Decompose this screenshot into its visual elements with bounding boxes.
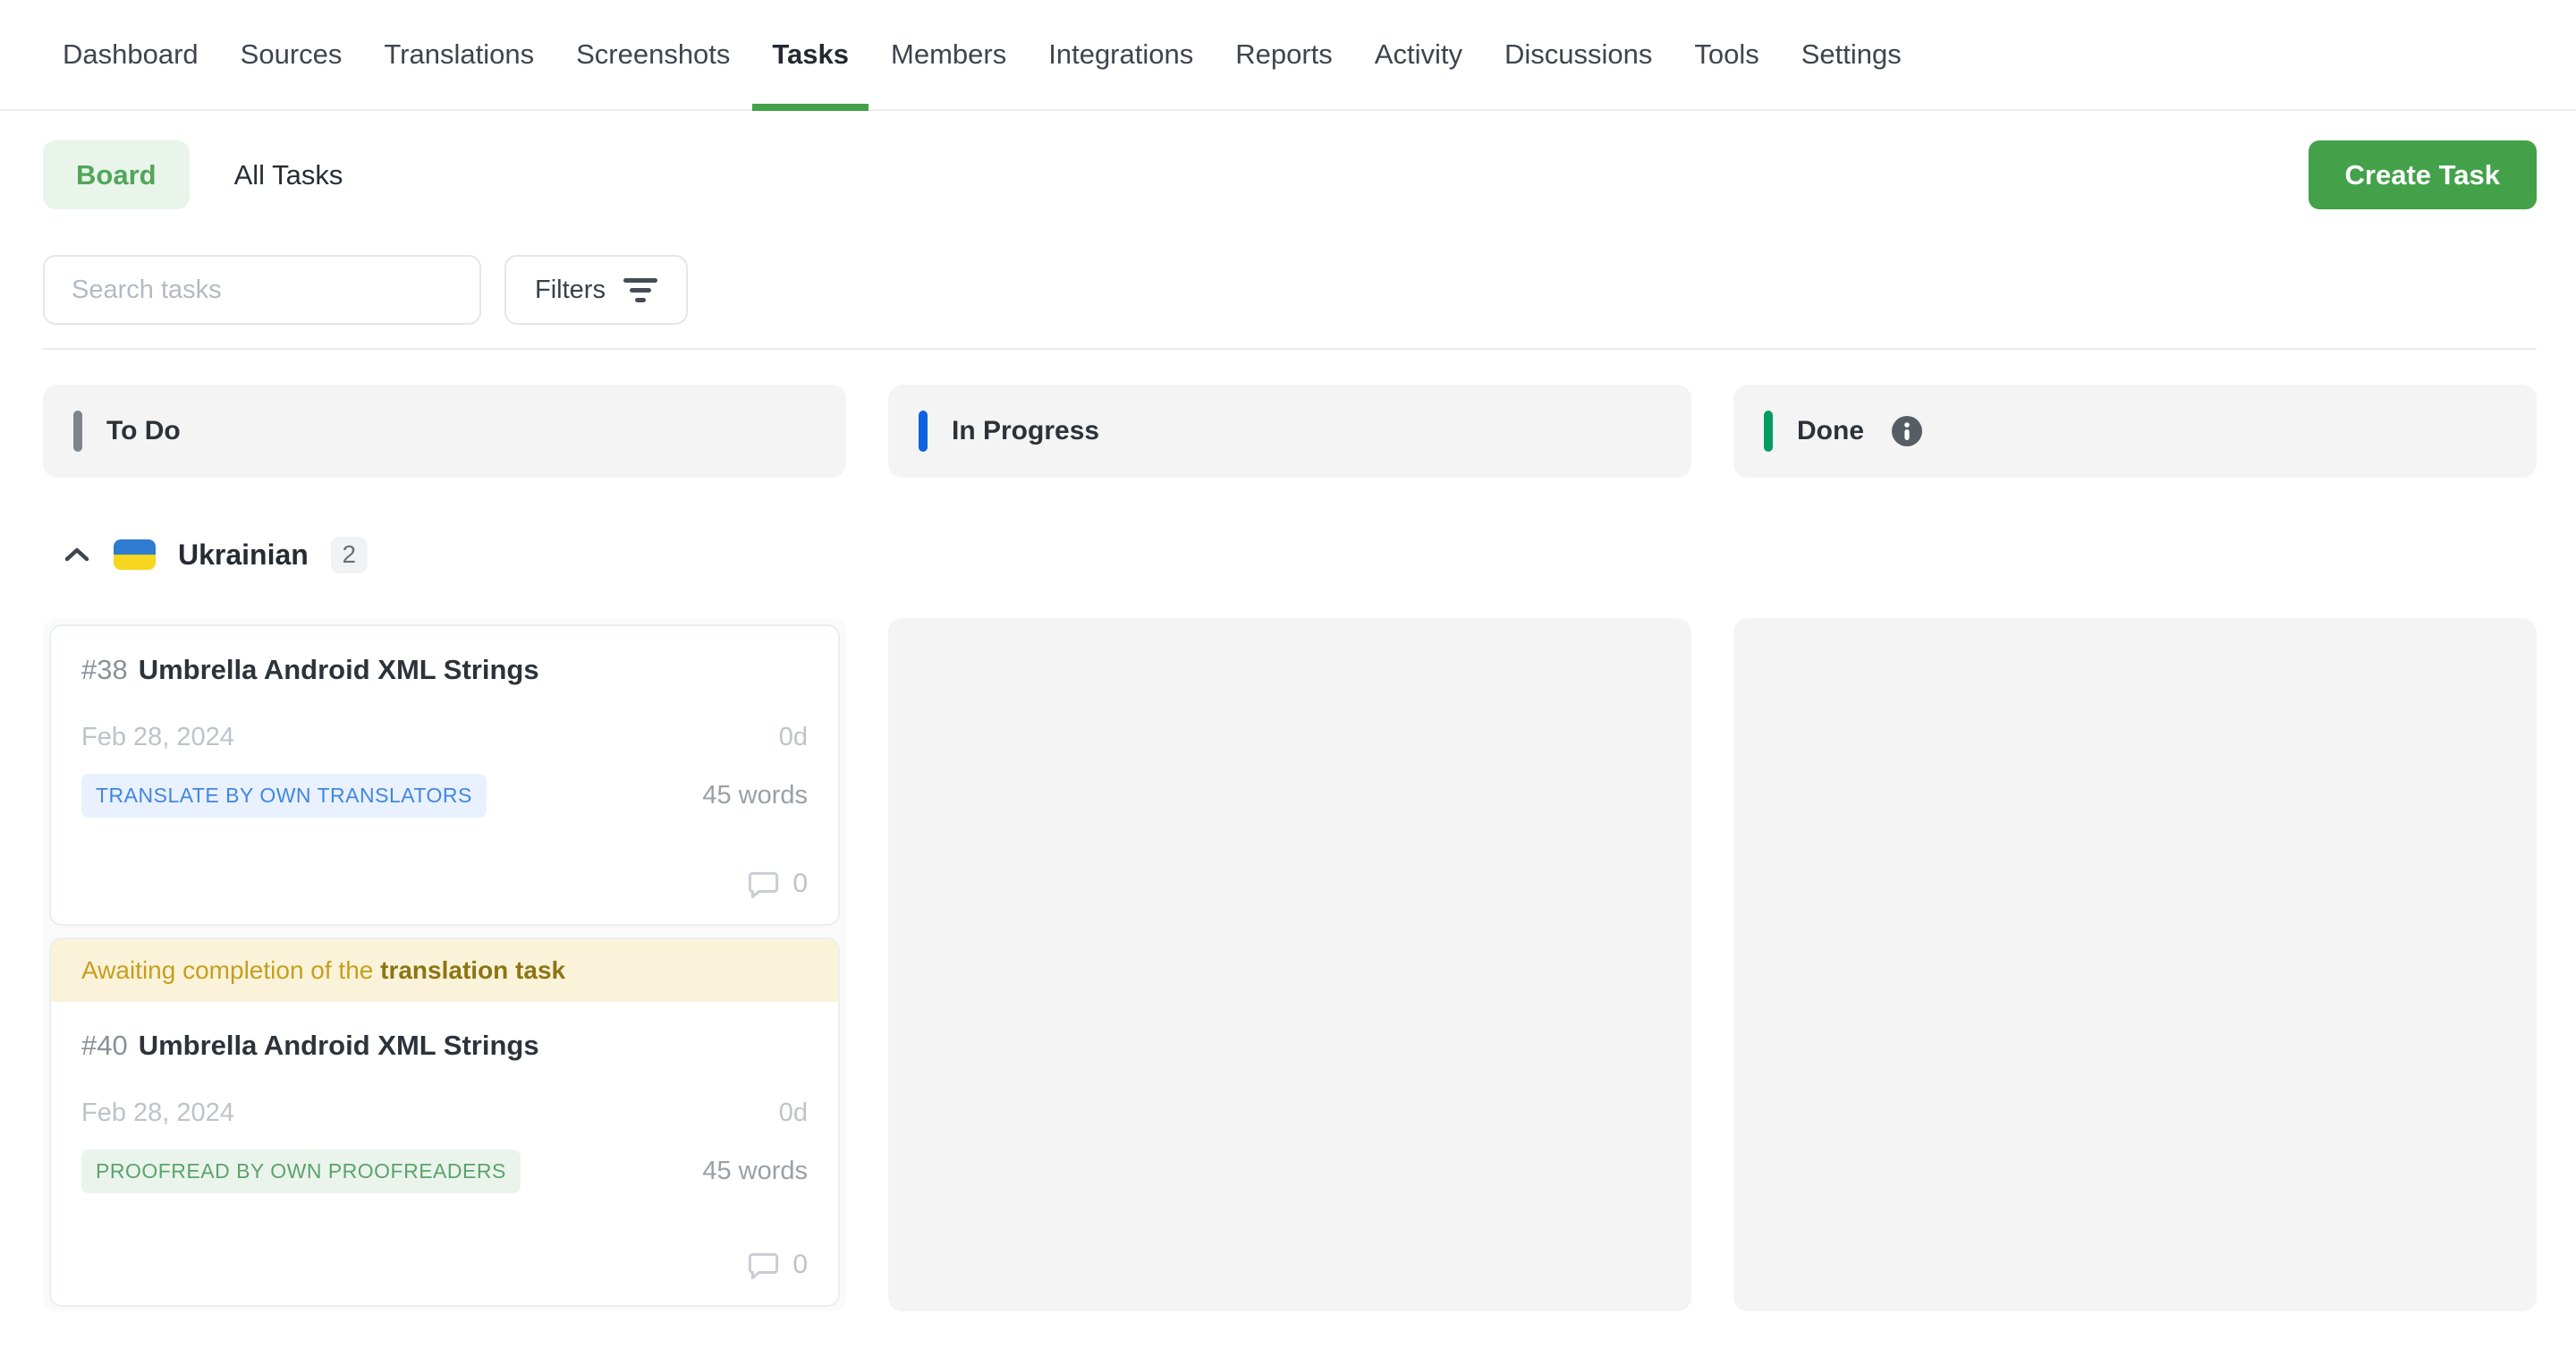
nav-item-settings[interactable]: Settings bbox=[1801, 0, 1902, 109]
search-row: Filters bbox=[43, 255, 2537, 325]
filters-button[interactable]: Filters bbox=[504, 255, 688, 325]
info-icon[interactable] bbox=[1892, 416, 1922, 446]
comment-icon bbox=[747, 869, 780, 899]
word-count: 45 words bbox=[702, 781, 808, 810]
nav-item-discussions[interactable]: Discussions bbox=[1504, 0, 1652, 109]
task-card-40[interactable]: Awaiting completion of the translation t… bbox=[49, 937, 840, 1307]
task-card-38-title-row: #38 Umbrella Android XML Strings bbox=[81, 653, 808, 687]
task-card-40-meta-row: Feb 28, 2024 0d bbox=[81, 1098, 808, 1128]
language-group-label: Ukrainian bbox=[178, 539, 309, 572]
task-card-40-footer: 0 bbox=[747, 1250, 808, 1280]
nav-item-activity[interactable]: Activity bbox=[1375, 0, 1462, 109]
task-card-38-body: #38 Umbrella Android XML Strings Feb 28, … bbox=[51, 626, 838, 924]
nav-item-tools[interactable]: Tools bbox=[1694, 0, 1758, 109]
comment-icon bbox=[747, 1251, 780, 1280]
active-tab-underline bbox=[752, 104, 869, 111]
toolbar-divider bbox=[43, 348, 2537, 350]
awaiting-banner: Awaiting completion of the translation t… bbox=[51, 939, 838, 1002]
filters-button-label: Filters bbox=[535, 276, 606, 305]
lane-done bbox=[1733, 618, 2537, 1311]
word-count: 45 words bbox=[702, 1157, 808, 1186]
comment-count: 0 bbox=[792, 1250, 808, 1280]
language-group-row: Ukrainian 2 bbox=[43, 533, 2537, 576]
lane-in-progress bbox=[888, 618, 1691, 1311]
all-tasks-toggle[interactable]: All Tasks bbox=[234, 159, 343, 191]
task-date: Feb 28, 2024 bbox=[81, 1098, 234, 1128]
task-title: Umbrella Android XML Strings bbox=[139, 1030, 539, 1061]
workflow-tag: TRANSLATE BY OWN TRANSLATORS bbox=[81, 774, 487, 818]
task-card-40-body: #40 Umbrella Android XML Strings Feb 28, … bbox=[51, 1002, 838, 1305]
task-id: #38 bbox=[81, 654, 128, 685]
task-card-38-tag-row: TRANSLATE BY OWN TRANSLATORS 45 words bbox=[81, 774, 808, 818]
column-header-todo: To Do bbox=[43, 385, 846, 478]
awaiting-banner-text: Awaiting completion of the bbox=[81, 956, 380, 985]
workflow-tag: PROOFREAD BY OWN PROOFREADERS bbox=[81, 1149, 521, 1193]
ukrainian-flag-icon bbox=[114, 539, 156, 570]
column-header-in-progress: In Progress bbox=[888, 385, 1691, 478]
collapse-chevron-icon[interactable] bbox=[63, 546, 91, 564]
task-title: Umbrella Android XML Strings bbox=[139, 654, 539, 685]
task-date: Feb 28, 2024 bbox=[81, 723, 234, 752]
column-header-done: Done bbox=[1733, 385, 2537, 478]
column-title-in-progress: In Progress bbox=[952, 416, 1099, 446]
todo-status-pill bbox=[73, 411, 82, 452]
nav-item-reports[interactable]: Reports bbox=[1235, 0, 1333, 109]
language-group-count-badge: 2 bbox=[331, 537, 368, 573]
nav-item-tasks[interactable]: Tasks bbox=[772, 0, 849, 109]
awaiting-banner-task-link[interactable]: translation task bbox=[380, 956, 565, 985]
task-duration: 0d bbox=[779, 1098, 808, 1128]
task-card-40-tag-row: PROOFREAD BY OWN PROOFREADERS 45 words bbox=[81, 1149, 808, 1193]
done-status-pill bbox=[1764, 411, 1773, 452]
nav-item-sources[interactable]: Sources bbox=[241, 0, 343, 109]
nav-item-tasks-label: Tasks bbox=[772, 38, 849, 71]
task-card-38-footer: 0 bbox=[747, 869, 808, 899]
tasks-board-page: Dashboard Sources Translations Screensho… bbox=[0, 0, 2576, 1357]
nav-item-members[interactable]: Members bbox=[891, 0, 1006, 109]
lane-todo: #38 Umbrella Android XML Strings Feb 28, … bbox=[43, 618, 846, 1311]
top-nav: Dashboard Sources Translations Screensho… bbox=[0, 0, 2576, 111]
column-headers: To Do In Progress Done bbox=[43, 385, 2537, 478]
task-card-38-meta-row: Feb 28, 2024 0d bbox=[81, 723, 808, 752]
nav-item-screenshots[interactable]: Screenshots bbox=[576, 0, 730, 109]
nav-item-integrations[interactable]: Integrations bbox=[1048, 0, 1193, 109]
in-progress-status-pill bbox=[919, 411, 928, 452]
column-title-todo: To Do bbox=[106, 416, 181, 446]
column-title-done: Done bbox=[1797, 416, 1864, 446]
task-card-40-title-row: #40 Umbrella Android XML Strings bbox=[81, 1029, 808, 1063]
view-toggle-row: Board All Tasks Create Task bbox=[43, 140, 2537, 209]
task-id: #40 bbox=[81, 1030, 128, 1061]
board-view-toggle[interactable]: Board bbox=[43, 140, 190, 209]
board-lanes: #38 Umbrella Android XML Strings Feb 28, … bbox=[43, 618, 2537, 1311]
comment-count: 0 bbox=[792, 869, 808, 899]
search-input[interactable] bbox=[43, 255, 481, 325]
create-task-button[interactable]: Create Task bbox=[2309, 140, 2537, 209]
filter-icon bbox=[623, 278, 657, 302]
page-content: Board All Tasks Create Task Filters To D… bbox=[0, 140, 2576, 1311]
nav-item-dashboard[interactable]: Dashboard bbox=[63, 0, 199, 109]
task-card-38[interactable]: #38 Umbrella Android XML Strings Feb 28, … bbox=[49, 624, 840, 926]
nav-item-translations[interactable]: Translations bbox=[384, 0, 534, 109]
task-duration: 0d bbox=[779, 723, 808, 752]
